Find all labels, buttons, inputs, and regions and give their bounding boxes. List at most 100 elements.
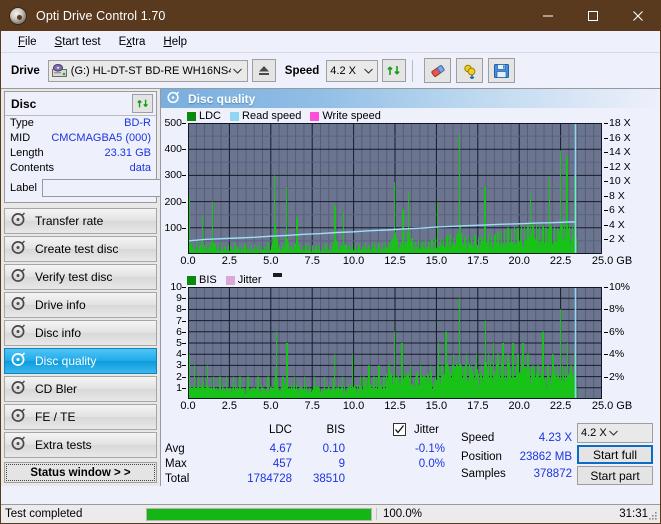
sidebar-item-disc-quality[interactable]: Disc quality (4, 348, 157, 374)
status-window-button[interactable]: Status window > > (4, 462, 157, 483)
y-tick-mark (182, 354, 186, 356)
disc-refresh-button[interactable] (132, 94, 153, 113)
app-disc-icon (9, 7, 27, 25)
plug-button[interactable] (456, 58, 484, 83)
disc-contents-value: data (129, 162, 151, 174)
menu-start-test[interactable]: Start test (46, 34, 110, 50)
x-tick-label: 10.0 (342, 400, 365, 412)
drive-select[interactable]: (G:) HL-DT-ST BD-RE WH16NS48 1.D3 (47, 59, 248, 82)
resize-grip[interactable] (648, 511, 658, 521)
y2-tick-mark (604, 239, 608, 241)
y-tick-mark (182, 320, 186, 322)
y-tick-mark (182, 343, 186, 344)
menu-file[interactable]: File (9, 34, 46, 50)
sidebar-item-disc-info[interactable]: Disc info (4, 320, 157, 346)
save-button[interactable] (488, 58, 516, 83)
close-button[interactable] (615, 1, 660, 31)
chart-ldc-readspeed: LDC Read speed Write speed 100 200 300 400 5… (161, 108, 660, 273)
minimize-button[interactable] (525, 1, 570, 31)
chart2-x-axis: 0.0 2.5 5.0 7.5 10.0 12.5 15.0 17.5 20.0 22.5 25.0… (180, 400, 632, 414)
disc-contents-key: Contents (10, 162, 55, 174)
y-tick-mark (182, 201, 186, 203)
sidebar-item-extra-tests[interactable]: Extra tests (4, 432, 157, 458)
jitter-label: Jitter (414, 424, 439, 436)
stats-row-total: Total (165, 473, 190, 485)
jitter-max: 0.0% (418, 458, 445, 470)
y-tick-mark (182, 376, 186, 378)
x-tick-label: 2.5 (221, 400, 238, 412)
disc-row-length: Length 23.31 GB (5, 146, 156, 161)
legend-swatch-bis (187, 275, 196, 285)
menu-extra[interactable]: Extra (110, 34, 155, 50)
chart2-legend: BIS Jitter (161, 273, 660, 287)
chart1-canvas (188, 123, 602, 254)
y2-tick-mark (604, 224, 608, 226)
x-tick-label: 2.5 (221, 255, 238, 267)
sidebar-item-fe-te[interactable]: FE / TE (4, 404, 157, 430)
disc-icon (11, 324, 26, 342)
refresh-button[interactable] (382, 59, 407, 82)
progress-bar (146, 507, 372, 521)
y-tick-mark (182, 298, 186, 300)
sidebar-item-transfer-rate[interactable]: Transfer rate (4, 208, 157, 234)
sidebar-label: Disc info (35, 326, 82, 340)
disc-icon (11, 296, 26, 314)
position-value: 23862 MB (519, 451, 572, 463)
y2-tick-mark (604, 195, 608, 197)
x-tick-label: 7.5 (304, 400, 320, 412)
y2-tick-mark (604, 123, 608, 124)
stats-row-avg: Avg (165, 443, 185, 455)
sidebar-label: CD Bler (35, 382, 78, 396)
progress-fill (147, 508, 371, 520)
y-tick-mark (182, 123, 186, 124)
speed-select[interactable]: 4.2 X (326, 59, 379, 82)
sidebar-label: Disc quality (35, 354, 97, 368)
test-speed-select[interactable]: 4.2 X (577, 423, 653, 443)
ldc-avg: 4.67 (269, 443, 292, 455)
disc-icon (11, 240, 26, 258)
sidebar-item-drive-info[interactable]: Drive info (4, 292, 157, 318)
start-part-button[interactable]: Start part (577, 466, 653, 485)
sidebar-item-cd-bler[interactable]: CD Bler (4, 376, 157, 402)
sidebar-label: Extra tests (35, 438, 92, 452)
x-tick-label: 0.0 (180, 400, 196, 412)
y-tick-mark (182, 227, 186, 229)
window-controls (525, 1, 660, 31)
ldc-total: 1784728 (247, 473, 292, 485)
y2-tick-mark (604, 376, 608, 378)
toolbar: Drive (G:) HL-DT-ST BD-RE WH16NS48 1.D3 (1, 53, 660, 89)
chart-bis-jitter: BIS Jitter 1 2 3 4 5 6 7 8 9 10 2% 4% 6% 8% 10% 0.0 2.… (161, 273, 660, 420)
chevron-down-icon[interactable] (361, 66, 375, 76)
legend-swatch-ldc (187, 111, 196, 121)
maximize-button[interactable] (570, 1, 615, 31)
y-tick-mark (182, 365, 186, 367)
x-tick-label: 5.0 (263, 255, 279, 267)
x-tick-label: 12.5 (384, 255, 406, 267)
sidebar-label: Create test disc (35, 242, 119, 256)
content-title: Disc quality (188, 91, 256, 106)
chevron-down-icon[interactable] (607, 428, 621, 438)
jitter-checkbox[interactable] (393, 423, 406, 436)
legend-swatch-jitter (225, 275, 235, 285)
y2-tick-mark (604, 287, 608, 288)
disc-length-key: Length (10, 147, 44, 159)
toolbar-separator (412, 59, 414, 82)
chevron-down-icon[interactable] (231, 66, 245, 76)
disc-type-value: BD-R (124, 117, 151, 129)
test-speed-value: 4.2 X (581, 427, 607, 439)
speed-stat-value: 4.23 X (538, 432, 572, 444)
menu-help[interactable]: Help (154, 34, 196, 50)
x-tick-label: 22.5 (549, 255, 572, 267)
stats-row-max: Max (165, 458, 187, 470)
x-tick-label: 25.0 GB (591, 255, 633, 267)
erase-button[interactable] (424, 58, 452, 83)
window-title: Opti Drive Control 1.70 (36, 9, 166, 23)
sidebar-item-verify-test-disc[interactable]: Verify test disc (4, 264, 157, 290)
main-body: Disc Type BD-R MID CMCMAGBA5 (000) Lengt… (1, 89, 660, 486)
eject-button[interactable] (251, 59, 276, 82)
sidebar-item-create-test-disc[interactable]: Create test disc (4, 236, 157, 262)
y2-tick-mark (604, 354, 608, 356)
legend-label-jitter: Jitter (237, 274, 262, 286)
disc-mid-key: MID (10, 132, 31, 144)
start-full-button[interactable]: Start full (577, 445, 653, 464)
